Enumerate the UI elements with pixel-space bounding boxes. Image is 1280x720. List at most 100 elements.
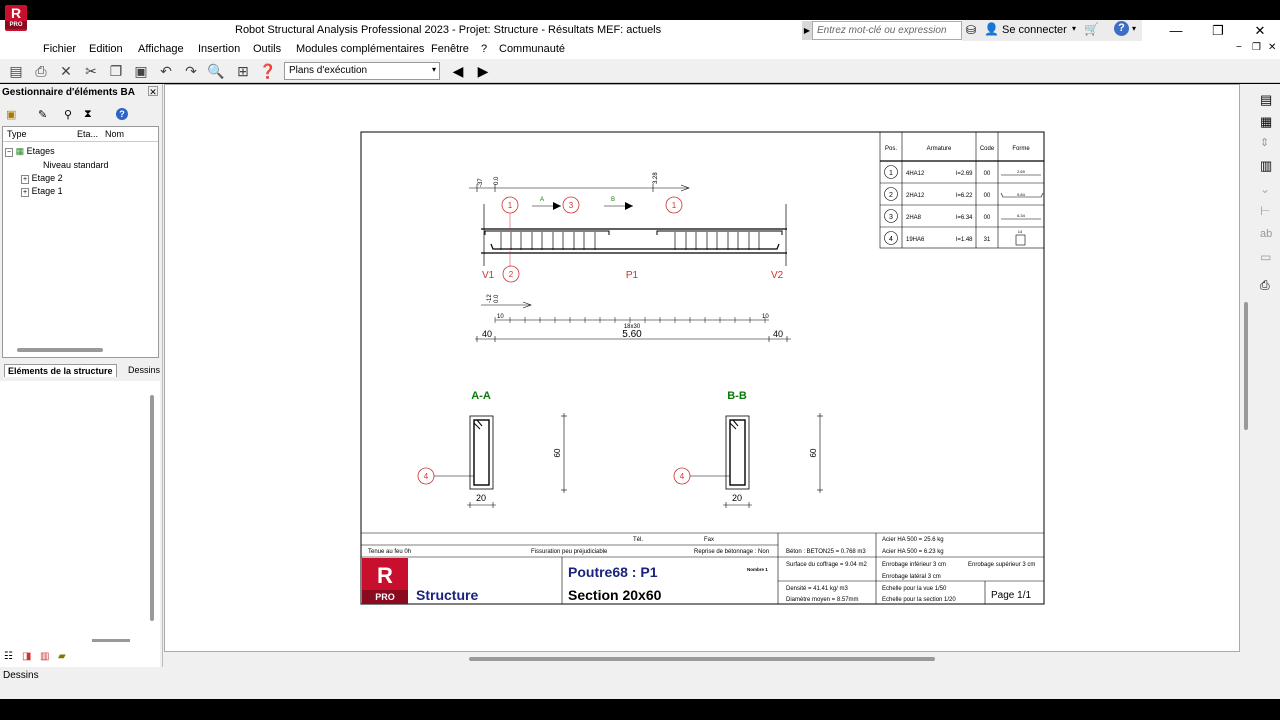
tab-elements[interactable]: Eléments de la structure bbox=[4, 364, 117, 377]
minimize-button[interactable]: — bbox=[1156, 21, 1196, 40]
cut-icon[interactable]: ✂ bbox=[81, 61, 101, 81]
new-element-icon[interactable]: ▣ bbox=[6, 108, 16, 121]
column-name[interactable]: Nom bbox=[105, 129, 124, 139]
menu-edition[interactable]: Edition bbox=[89, 43, 123, 55]
close-button[interactable]: ✕ bbox=[1240, 21, 1280, 40]
menu-fichier[interactable]: Fichier bbox=[43, 43, 76, 55]
fax-label: Fax bbox=[704, 537, 714, 543]
account-area: ⛁ 👤 Se connecter ▾ 🛒 ? ▾ bbox=[962, 20, 1142, 41]
menu-communaute[interactable]: Communauté bbox=[499, 43, 565, 55]
vertical-scrollbar[interactable] bbox=[1244, 302, 1248, 430]
column-state[interactable]: Eta... bbox=[77, 129, 98, 139]
formwork-area: Surface du coffrage = 9.04 m2 bbox=[786, 562, 867, 568]
search-expand-icon[interactable]: ▶ bbox=[802, 21, 812, 40]
stirrups bbox=[500, 232, 760, 250]
page-layout-icon[interactable]: ▤ bbox=[1260, 92, 1272, 108]
section-mark-a: A bbox=[540, 197, 544, 203]
edit-icon[interactable]: ✎ bbox=[38, 108, 47, 121]
undo-icon[interactable]: ↶ bbox=[156, 61, 176, 81]
dim-top-3: 3.28 bbox=[653, 172, 659, 184]
doc-restore-button[interactable]: ❐ bbox=[1252, 42, 1261, 53]
print-icon[interactable]: ⎙ bbox=[31, 61, 51, 81]
print-icon[interactable]: ⎙ bbox=[1260, 278, 1270, 293]
search-input[interactable]: Entrez mot-clé ou expression bbox=[812, 21, 962, 40]
project-name: Structure bbox=[416, 587, 478, 603]
panel-close-button[interactable]: ✕ bbox=[148, 86, 158, 97]
expand-icon[interactable]: + bbox=[21, 188, 30, 197]
marker-top-2: 3 bbox=[569, 201, 574, 210]
table-header-bar: Armature bbox=[927, 146, 952, 152]
manager-icon[interactable]: ▤ bbox=[6, 61, 26, 81]
panel-toolbar: ▣ ✎ ⚲ ⧗ ? bbox=[0, 106, 160, 124]
tree-item-etage-2[interactable]: + Etage 2 bbox=[21, 173, 63, 184]
redo-icon[interactable]: ↷ bbox=[181, 61, 201, 81]
cover-bottom: Enrobage inférieur 3 cm bbox=[882, 562, 946, 568]
horizontal-scrollbar[interactable] bbox=[17, 348, 103, 352]
hourglass-icon[interactable]: ⧗ bbox=[84, 108, 92, 121]
tree-view-icon[interactable]: ☷ bbox=[4, 651, 13, 662]
grid-icon[interactable]: ⊞ bbox=[233, 61, 253, 81]
restore-button[interactable]: ❐ bbox=[1198, 21, 1238, 40]
dimension-icon[interactable]: ⊢ bbox=[1260, 204, 1270, 218]
status-bar: Dessins bbox=[0, 667, 1280, 699]
collapse-icon[interactable]: − bbox=[5, 148, 14, 157]
menu-affichage[interactable]: Affichage bbox=[138, 43, 184, 55]
tree-root-etages[interactable]: − ▦ Etages bbox=[5, 146, 55, 157]
binoculars-icon[interactable]: ⛁ bbox=[966, 23, 976, 37]
drawing-page[interactable]: -37 0.0 3.28 1 3 1 A B V1 2 P1 V2 -12 0.… bbox=[164, 84, 1240, 652]
view-select-value: Plans d'exécution bbox=[289, 65, 368, 76]
menu-modules[interactable]: Modules complémentaires bbox=[296, 43, 424, 55]
expand-icon[interactable]: + bbox=[21, 175, 30, 184]
vertical-scrollbar[interactable] bbox=[150, 395, 154, 621]
scale-icon[interactable]: ⇕ bbox=[1260, 136, 1269, 149]
section-height: 60 bbox=[809, 448, 818, 457]
table-icon[interactable]: ▥ bbox=[1260, 158, 1272, 174]
chevron-down-icon[interactable]: ▾ bbox=[1132, 24, 1136, 33]
row-code: 00 bbox=[984, 193, 991, 199]
concrete-volume: Béton : BETON25 = 0.768 m3 bbox=[786, 549, 866, 555]
page-setup-icon[interactable]: ▦ bbox=[1260, 114, 1272, 130]
menu-outils[interactable]: Outils bbox=[253, 43, 281, 55]
text-icon[interactable]: ab bbox=[1260, 228, 1272, 240]
steel-1: Acier HA 500 = 25.6 kg bbox=[882, 537, 944, 543]
tree-item-niveau-standard[interactable]: Niveau standard bbox=[43, 160, 109, 170]
column-type[interactable]: Type bbox=[7, 129, 27, 139]
chevron-down-icon[interactable]: ⌄ bbox=[1260, 182, 1270, 196]
help-icon[interactable]: ❓ bbox=[258, 61, 278, 81]
help-icon[interactable]: ? bbox=[1114, 21, 1129, 36]
paste-icon[interactable]: ▣ bbox=[131, 61, 151, 81]
row-length: l=2.69 bbox=[956, 171, 973, 177]
chevron-down-icon[interactable]: ▾ bbox=[1072, 24, 1076, 33]
doc-minimize-button[interactable]: − bbox=[1236, 42, 1242, 53]
filter-icon[interactable]: ⚲ bbox=[64, 108, 72, 121]
marker-top-1: 1 bbox=[508, 201, 513, 210]
cart-icon[interactable]: 🛒 bbox=[1084, 22, 1099, 36]
horizontal-scrollbar[interactable] bbox=[92, 639, 130, 642]
delete-icon[interactable]: ✕ bbox=[56, 61, 76, 81]
marker-bottom: 2 bbox=[509, 270, 514, 279]
previous-arrow-icon[interactable]: ◀ bbox=[448, 61, 468, 81]
beam-icon[interactable]: ◨ bbox=[22, 651, 31, 662]
menu-fenetre[interactable]: Fenêtre bbox=[431, 43, 469, 55]
copy-icon[interactable]: ❐ bbox=[106, 61, 126, 81]
menu-help[interactable]: ? bbox=[481, 43, 487, 55]
tab-dessins[interactable]: Dessins bbox=[128, 365, 160, 375]
app-logo[interactable]: R PRO bbox=[5, 5, 27, 31]
row-bar: 2HA8 bbox=[906, 215, 922, 221]
view-select[interactable]: Plans d'exécution ▾ bbox=[284, 62, 440, 80]
signin-button[interactable]: Se connecter bbox=[1002, 24, 1067, 36]
zoom-icon[interactable]: 🔍 bbox=[206, 61, 226, 81]
frame-icon[interactable]: ▭ bbox=[1260, 250, 1271, 264]
column-icon[interactable]: ▥ bbox=[40, 651, 49, 662]
horizontal-scrollbar[interactable] bbox=[469, 657, 935, 661]
row-pos: 4 bbox=[889, 236, 893, 243]
help-icon[interactable]: ? bbox=[116, 108, 128, 120]
next-arrow-icon[interactable]: ▶ bbox=[473, 61, 493, 81]
slab-icon[interactable]: ▰ bbox=[58, 651, 66, 662]
drawing-sheet: -37 0.0 3.28 1 3 1 A B V1 2 P1 V2 -12 0.… bbox=[360, 131, 1045, 605]
doc-close-button[interactable]: ✕ bbox=[1268, 42, 1276, 53]
row-bar: 4HA12 bbox=[906, 171, 925, 177]
tree-item-etage-1[interactable]: + Etage 1 bbox=[21, 186, 63, 197]
lower-panel bbox=[0, 381, 160, 667]
menu-insertion[interactable]: Insertion bbox=[198, 43, 240, 55]
